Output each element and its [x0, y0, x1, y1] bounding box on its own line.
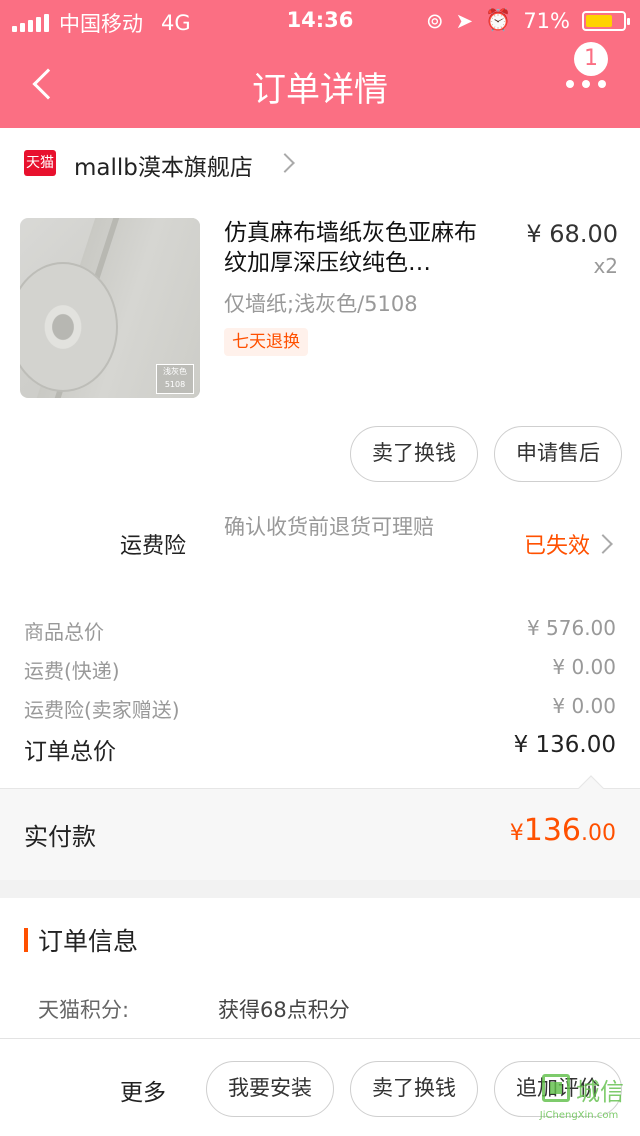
order-total-row: 订单总价 ¥ 136.00 — [24, 732, 616, 765]
chevron-right-icon — [593, 534, 613, 554]
more-dots-icon — [566, 80, 606, 88]
alarm-icon: ⏰ — [485, 8, 512, 32]
order-info-title: 订单信息 — [38, 927, 139, 956]
sell-button[interactable]: 卖了换钱 — [350, 426, 478, 482]
tmall-logo-icon: 天猫 — [24, 150, 56, 176]
product-image[interactable]: 浅灰色 5108 — [20, 218, 200, 398]
insurance-status[interactable]: 已失效 — [524, 528, 590, 560]
rotation-lock-icon: ⊚ — [425, 8, 444, 33]
insurance-label: 运费险 — [120, 534, 187, 559]
watermark-logo: 城信 JiChengXin.com — [524, 1072, 634, 1132]
sell-button-bottom[interactable]: 卖了换钱 — [350, 1061, 478, 1117]
shipping-row: 运费(快递) ¥ 0.00 — [24, 655, 616, 685]
product-item[interactable]: 浅灰色 5108 仿真麻布墙纸灰色亚麻布纹加厚深压纹纯色… ¥ 68.00 x2… — [0, 216, 640, 401]
notification-badge: 1 — [574, 42, 608, 76]
points-value: 获得68点积分 — [218, 998, 350, 1022]
after-sale-button[interactable]: 申请售后 — [494, 426, 622, 482]
goods-total-value: ¥ 576.00 — [526, 616, 616, 640]
insurance-fee-label: 运费险(卖家赠送) — [24, 698, 180, 722]
order-info-card: 订单信息 天猫积分: 获得68点积分 — [0, 898, 640, 1038]
page-title: 订单详情 — [252, 70, 388, 110]
status-right: ⊚ ➤ ⏰ 71% — [425, 8, 630, 33]
order-card: 天猫 mallb漠本旗舰店 浅灰色 5108 仿真麻布墙纸灰色亚麻布纹加厚深压纹… — [0, 128, 640, 788]
return-policy-tag: 七天退换 — [224, 328, 308, 356]
product-title: 仿真麻布墙纸灰色亚麻布纹加厚深压纹纯色… — [224, 220, 477, 276]
shop-row[interactable]: 天猫 mallb漠本旗舰店 — [0, 128, 640, 194]
watermark-domain: JiChengXin.com — [539, 1110, 619, 1121]
product-quantity: x2 — [593, 254, 618, 278]
watermark-icon — [542, 1074, 570, 1102]
more-actions-button[interactable]: 更多 — [120, 1073, 166, 1107]
order-total-value: ¥ 136.00 — [513, 732, 616, 758]
swatch-label: 浅灰色 5108 — [156, 364, 194, 394]
paid-label: 实付款 — [24, 823, 96, 851]
goods-total-row: 商品总价 ¥ 576.00 — [24, 616, 616, 646]
insurance-fee-value: ¥ 0.00 — [552, 694, 616, 718]
paid-amount-row: 实付款 ¥136.00 — [0, 775, 640, 880]
battery-icon — [582, 10, 630, 31]
points-label: 天猫积分: — [38, 998, 130, 1022]
product-sku: 仅墙纸;浅灰色/5108 — [224, 292, 418, 316]
status-bar: 中国移动 4G 14:36 ⊚ ➤ ⏰ 71% — [0, 0, 640, 40]
more-menu-button[interactable]: 1 — [562, 42, 622, 108]
insurance-fee-row: 运费险(卖家赠送) ¥ 0.00 — [24, 694, 616, 724]
paid-amount: ¥136.00 — [509, 813, 616, 848]
section-accent-bar — [24, 928, 28, 952]
goods-total-label: 商品总价 — [24, 620, 104, 644]
header: 中国移动 4G 14:36 ⊚ ➤ ⏰ 71% 订单详情 1 — [0, 0, 640, 128]
location-icon: ➤ — [455, 8, 474, 33]
watermark-glyphs: 城信 — [576, 1078, 624, 1106]
shipping-label: 运费(快递) — [24, 659, 120, 683]
nav-bar: 订单详情 1 — [0, 40, 640, 128]
battery-fill — [586, 14, 612, 27]
chevron-right-icon — [275, 153, 295, 173]
battery-percent: 71% — [523, 8, 570, 33]
shipping-value: ¥ 0.00 — [552, 655, 616, 679]
bottom-action-bar: 更多 我要安装 卖了换钱 追加评价 城信 JiChengXin.com — [0, 1038, 640, 1136]
product-price: ¥ 68.00 — [526, 220, 618, 248]
install-button[interactable]: 我要安装 — [206, 1061, 334, 1117]
insurance-description: 确认收货前退货可理赔 — [224, 515, 434, 539]
shop-name: mallb漠本旗舰店 — [74, 155, 253, 181]
order-total-label: 订单总价 — [24, 739, 116, 765]
